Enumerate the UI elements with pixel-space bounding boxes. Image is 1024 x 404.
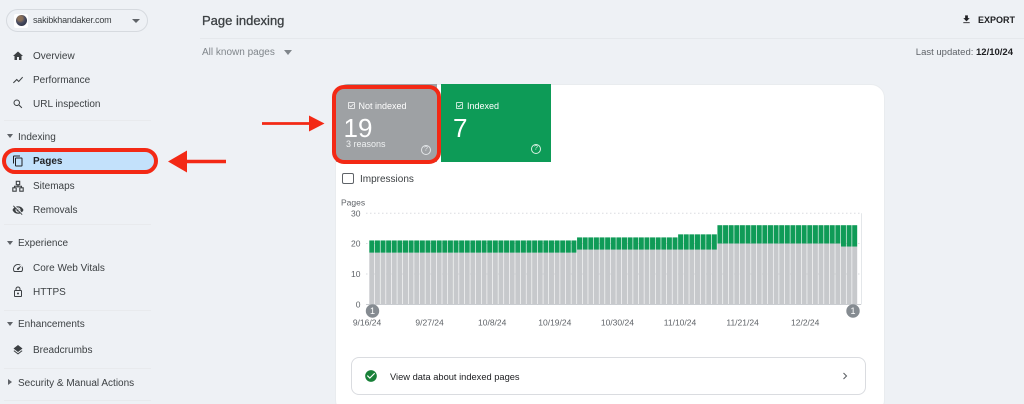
svg-text:20: 20	[351, 239, 361, 249]
svg-text:12/2/24: 12/2/24	[791, 317, 820, 327]
svg-text:9/27/24: 9/27/24	[415, 317, 444, 327]
svg-text:11/21/24: 11/21/24	[726, 317, 759, 327]
svg-text:1: 1	[370, 306, 375, 316]
svg-text:30: 30	[351, 208, 361, 218]
svg-text:10/30/24: 10/30/24	[601, 317, 634, 327]
svg-text:9/16/24: 9/16/24	[353, 317, 382, 327]
svg-text:1: 1	[850, 306, 855, 316]
svg-text:0: 0	[356, 300, 361, 310]
svg-text:10/19/24: 10/19/24	[538, 317, 571, 327]
svg-text:Pages: Pages	[341, 198, 365, 208]
svg-text:10/8/24: 10/8/24	[478, 317, 507, 327]
svg-text:10: 10	[351, 269, 361, 279]
svg-text:11/10/24: 11/10/24	[664, 317, 697, 327]
